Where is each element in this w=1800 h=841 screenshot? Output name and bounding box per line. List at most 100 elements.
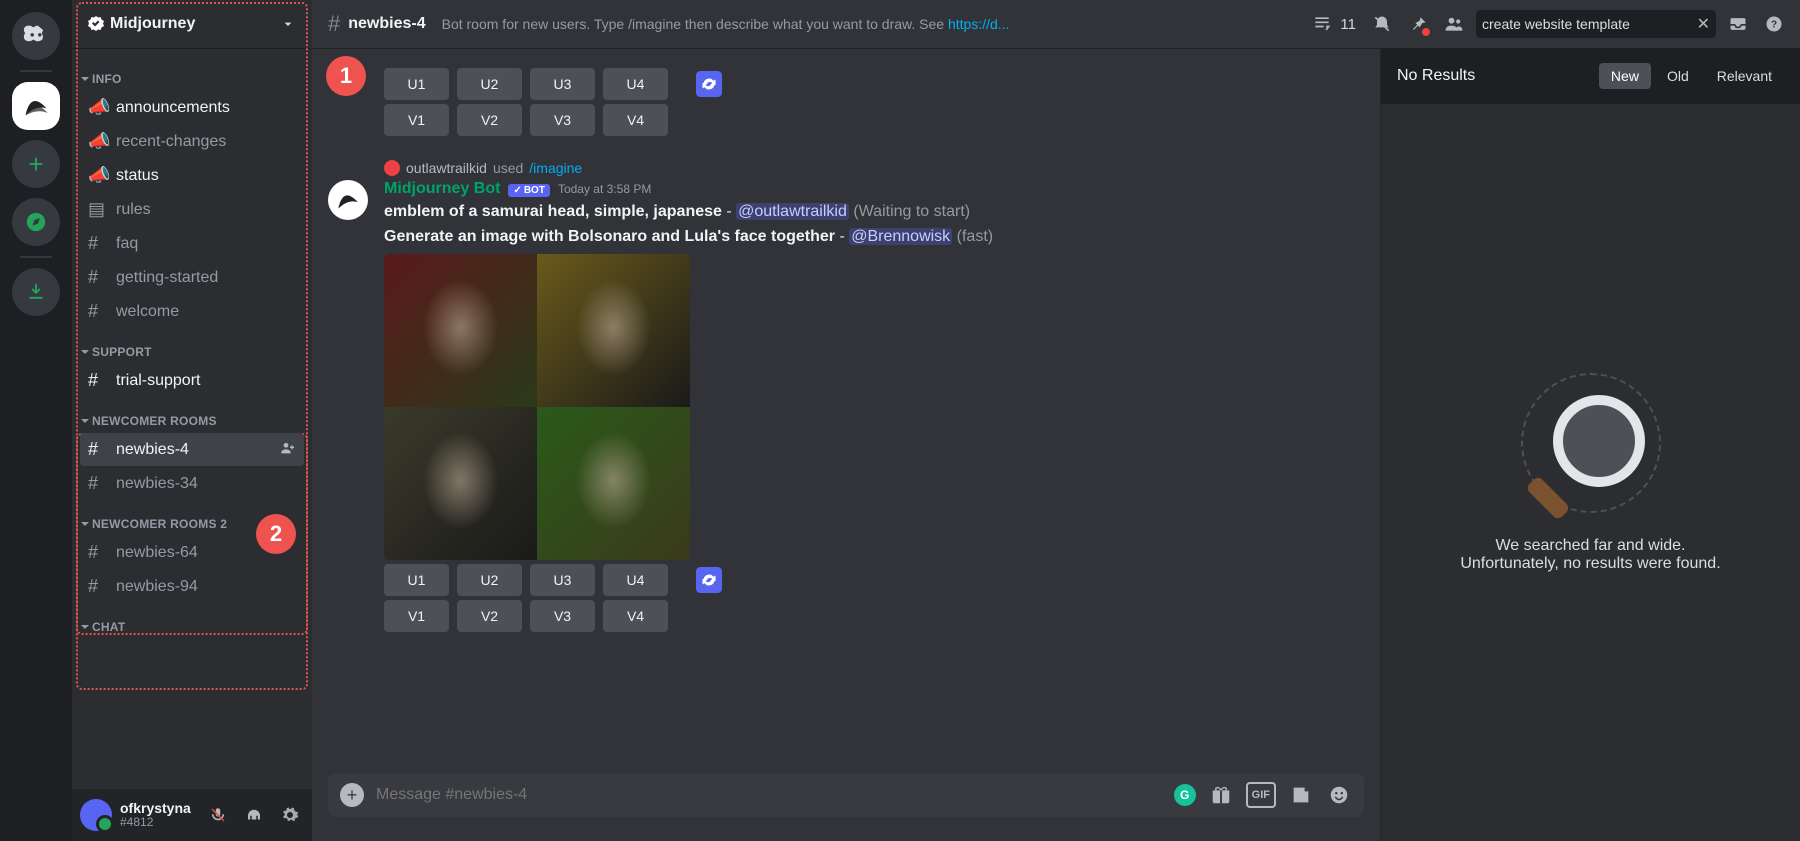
u2-button[interactable]: U2 [457, 564, 522, 596]
pin-indicator [1422, 28, 1430, 36]
mention-brennowisk[interactable]: @Brennowisk [849, 228, 952, 245]
gift-button[interactable] [1208, 782, 1234, 808]
v4-button[interactable]: V4 [603, 104, 668, 136]
variations-row-2: V1 V2 V3 V4 [384, 600, 1364, 632]
server-header[interactable]: Midjourney [72, 0, 312, 48]
bot-username[interactable]: Midjourney Bot [384, 180, 500, 198]
category-newcomer-rooms[interactable]: NEWCOMER ROOMS [72, 398, 312, 432]
u2-button[interactable]: U2 [457, 68, 522, 100]
reply-username: outlawtrailkid [406, 160, 487, 176]
megaphone-icon: 📣 [88, 97, 108, 118]
member-list-button[interactable] [1440, 10, 1468, 38]
mute-mic-button[interactable] [204, 801, 232, 829]
dm-home-button[interactable] [12, 12, 60, 60]
channel-getting-started[interactable]: #getting-started [80, 261, 304, 294]
attach-button[interactable]: + [340, 783, 364, 807]
gif-button[interactable]: GIF [1246, 782, 1276, 808]
server-separator [20, 256, 52, 258]
user-settings-button[interactable] [276, 801, 304, 829]
self-name-block[interactable]: ofkrystyna #4812 [120, 801, 196, 830]
channel-newbies-94[interactable]: #newbies-94 [80, 570, 304, 603]
bot-avatar[interactable] [328, 180, 368, 220]
channel-newbies-34[interactable]: #newbies-34 [80, 467, 304, 500]
category-chat[interactable]: CHAT [72, 604, 312, 638]
channel-announcements[interactable]: 📣announcements [80, 91, 304, 124]
chevron-down-icon [280, 16, 296, 32]
u1-button[interactable]: U1 [384, 68, 449, 100]
verified-icon [88, 16, 104, 32]
create-invite-icon[interactable] [280, 440, 296, 459]
reroll-button[interactable] [676, 68, 741, 100]
channel-newbies-4[interactable]: #newbies-4 [80, 433, 304, 466]
message-column: U1 U2 U3 U4 V1 V2 V3 V4 outlawtrailkid u… [312, 48, 1380, 841]
u3-button[interactable]: U3 [530, 564, 595, 596]
u1-button[interactable]: U1 [384, 564, 449, 596]
v2-button[interactable]: V2 [457, 104, 522, 136]
tab-new[interactable]: New [1599, 63, 1651, 89]
channel-sidebar: 1 2 Midjourney INFO 📣announcements 📣rece… [72, 0, 312, 841]
category-support[interactable]: SUPPORT [72, 329, 312, 363]
hash-icon: # [88, 267, 108, 288]
clear-search-icon[interactable]: ✕ [1697, 14, 1710, 34]
message-input[interactable]: + G GIF [328, 773, 1364, 817]
prompt-line-1: emblem of a samurai head, simple, japane… [384, 200, 1364, 223]
pinned-messages-button[interactable] [1404, 10, 1432, 38]
channel-faq[interactable]: #faq [80, 227, 304, 260]
help-button[interactable]: ? [1760, 10, 1788, 38]
tab-old[interactable]: Old [1655, 63, 1701, 89]
grammarly-icon[interactable]: G [1174, 784, 1196, 806]
reroll-button[interactable] [676, 564, 741, 596]
upscale-row-2: U1 U2 U3 U4 [384, 564, 1364, 596]
channel-welcome[interactable]: #welcome [80, 295, 304, 328]
channel-recent-changes[interactable]: 📣recent-changes [80, 125, 304, 158]
search-input[interactable] [1482, 16, 1691, 32]
v4-button[interactable]: V4 [603, 600, 668, 632]
topic-link[interactable]: https://d... [948, 16, 1009, 32]
image-cell-3 [384, 407, 537, 560]
download-apps-button[interactable] [12, 268, 60, 316]
hash-icon: # [88, 370, 108, 391]
svg-text:?: ? [1771, 19, 1777, 30]
channel-trial-support[interactable]: #trial-support [80, 364, 304, 397]
message-textbox[interactable] [376, 786, 1162, 804]
reply-context[interactable]: outlawtrailkid used /imagine [384, 160, 1364, 176]
threads-count: 11 [1340, 16, 1356, 33]
megaphone-icon: 📣 [88, 131, 108, 152]
v3-button[interactable]: V3 [530, 600, 595, 632]
v3-button[interactable]: V3 [530, 104, 595, 136]
search-box[interactable]: ✕ [1476, 10, 1716, 38]
reply-avatar [384, 160, 400, 176]
message-input-row: + G GIF [312, 773, 1380, 841]
tab-relevant[interactable]: Relevant [1705, 63, 1784, 89]
add-server-button[interactable]: + [12, 140, 60, 188]
inbox-button[interactable] [1724, 10, 1752, 38]
emoji-button[interactable] [1326, 782, 1352, 808]
category-info[interactable]: INFO [72, 56, 312, 90]
sticker-button[interactable] [1288, 782, 1314, 808]
explore-servers-button[interactable] [12, 198, 60, 246]
v2-button[interactable]: V2 [457, 600, 522, 632]
self-avatar[interactable] [80, 799, 112, 831]
channel-topbar: # newbies-4 Bot room for new users. Type… [312, 0, 1800, 48]
hash-icon: # [88, 576, 108, 597]
notifications-button[interactable] [1368, 10, 1396, 38]
image-cell-1 [384, 254, 537, 407]
server-midjourney[interactable] [12, 82, 60, 130]
u4-button[interactable]: U4 [603, 564, 668, 596]
deafen-button[interactable] [240, 801, 268, 829]
magnifier-illustration [1521, 373, 1661, 513]
upscale-row: U1 U2 U3 U4 [384, 68, 1364, 100]
v1-button[interactable]: V1 [384, 600, 449, 632]
generated-image-grid[interactable] [384, 254, 690, 560]
mention-outlawtrailkid[interactable]: @outlawtrailkid [736, 203, 849, 220]
threads-button[interactable] [1308, 10, 1336, 38]
channel-scroll[interactable]: INFO 📣announcements 📣recent-changes 📣sta… [72, 48, 312, 789]
u4-button[interactable]: U4 [603, 68, 668, 100]
empty-line-2: Unfortunately, no results were found. [1460, 555, 1720, 573]
v1-button[interactable]: V1 [384, 104, 449, 136]
channel-status[interactable]: 📣status [80, 159, 304, 192]
u3-button[interactable]: U3 [530, 68, 595, 100]
channel-topic[interactable]: Bot room for new users. Type /imagine th… [442, 16, 1301, 32]
channel-rules[interactable]: ▤rules [80, 193, 304, 226]
message-scroll[interactable]: U1 U2 U3 U4 V1 V2 V3 V4 outlawtrailkid u… [312, 48, 1380, 773]
